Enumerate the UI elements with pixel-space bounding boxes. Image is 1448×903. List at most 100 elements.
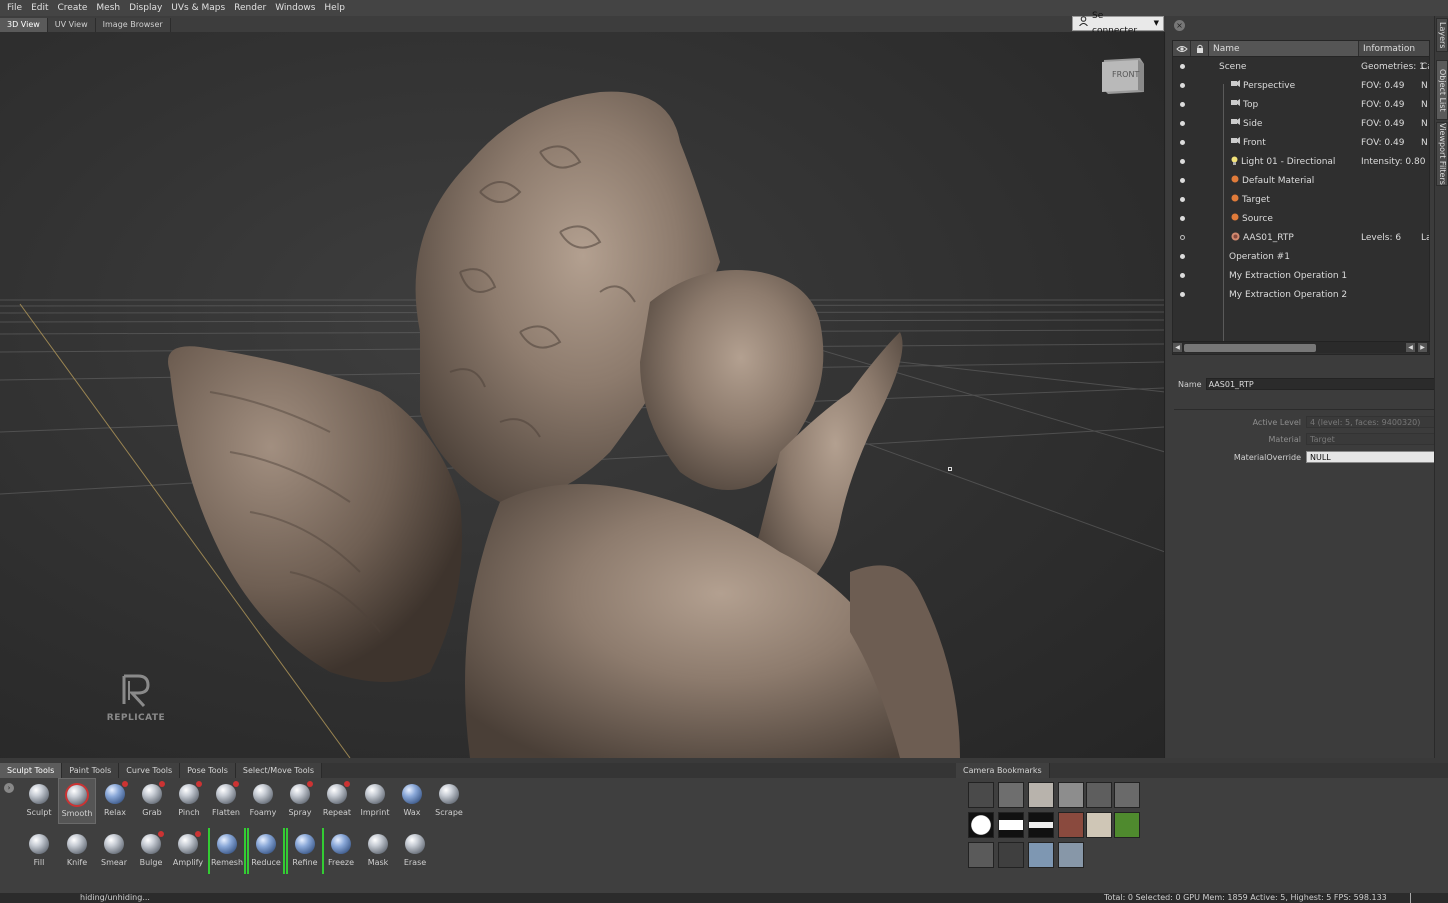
visibility-toggle[interactable]	[1173, 254, 1191, 259]
stamp-swatch[interactable]	[998, 782, 1024, 808]
tab-select-move-tools[interactable]: Select/Move Tools	[235, 763, 322, 778]
scroll-left-icon[interactable]: ◀	[1173, 343, 1182, 352]
tool-freeze[interactable]: Freeze	[322, 828, 360, 874]
visibility-toggle[interactable]	[1173, 273, 1191, 278]
menu-render[interactable]: Render	[231, 0, 272, 16]
visibility-toggle[interactable]	[1173, 292, 1191, 297]
close-icon[interactable]: ×	[1174, 20, 1185, 31]
tool-relax[interactable]: Relax	[96, 778, 134, 824]
tool-refine[interactable]: Refine	[286, 828, 324, 874]
menu-file[interactable]: File	[4, 0, 28, 16]
tool-bulge[interactable]: Bulge	[132, 828, 170, 874]
stamp-swatch[interactable]	[1058, 812, 1084, 838]
tool-pinch[interactable]: Pinch	[170, 778, 208, 824]
name-field[interactable]: AAS01_RTP	[1205, 378, 1440, 390]
tool-foamy[interactable]: Foamy	[244, 778, 282, 824]
scene-row[interactable]: Side FOV: 0.49 N	[1173, 114, 1429, 133]
tool-spray[interactable]: Spray	[281, 778, 319, 824]
menu-edit[interactable]: Edit	[28, 0, 54, 16]
scroll-thumb[interactable]	[1184, 344, 1316, 352]
column-header-name[interactable]: Name	[1209, 41, 1359, 56]
tab-viewport-filters[interactable]: Viewport Filters	[1436, 122, 1448, 186]
column-header-information[interactable]: Information	[1359, 41, 1429, 56]
3d-viewport[interactable]: FRONT REPLICATE	[0, 32, 1165, 758]
stamp-swatch[interactable]	[998, 842, 1024, 868]
tab-image-browser[interactable]: Image Browser	[95, 18, 171, 32]
tool-grab[interactable]: Grab	[133, 778, 171, 824]
stamp-swatch[interactable]	[998, 812, 1024, 838]
scene-row[interactable]: Light 01 - Directional Intensity: 0.80	[1173, 152, 1429, 171]
tab-3d-view[interactable]: 3D View	[0, 18, 48, 32]
tool-erase[interactable]: Erase	[396, 828, 434, 874]
tool-smear[interactable]: Smear	[95, 828, 133, 874]
tool-smooth[interactable]: Smooth	[58, 778, 96, 824]
tab-paint-tools[interactable]: Paint Tools	[62, 763, 120, 778]
tool-wax[interactable]: Wax	[393, 778, 431, 824]
visibility-toggle[interactable]	[1173, 197, 1191, 202]
tab-uv-view[interactable]: UV View	[47, 18, 96, 32]
tool-amplify[interactable]: Amplify	[169, 828, 207, 874]
tool-fill[interactable]: Fill	[20, 828, 58, 874]
scene-row[interactable]: My Extraction Operation 1	[1173, 266, 1429, 285]
stamp-swatch[interactable]	[1114, 782, 1140, 808]
menu-uvs-maps[interactable]: UVs & Maps	[168, 0, 231, 16]
scene-row[interactable]: Operation #1	[1173, 247, 1429, 266]
scene-row[interactable]: Scene Geometries: 1Ca	[1173, 57, 1429, 76]
tool-reduce[interactable]: Reduce	[247, 828, 285, 874]
material-override-select[interactable]: NULL▼	[1306, 451, 1448, 463]
visibility-toggle[interactable]	[1173, 235, 1191, 240]
scene-row[interactable]: My Extraction Operation 2	[1173, 285, 1429, 304]
tool-scrape[interactable]: Scrape	[430, 778, 468, 824]
stamp-swatch[interactable]	[1086, 812, 1112, 838]
tab-pose-tools[interactable]: Pose Tools	[180, 763, 236, 778]
sculpture-model[interactable]	[0, 32, 1165, 758]
stamp-swatch[interactable]	[1058, 782, 1084, 808]
visibility-toggle[interactable]	[1173, 216, 1191, 221]
tab-curve-tools[interactable]: Curve Tools	[119, 763, 181, 778]
visibility-toggle[interactable]	[1173, 140, 1191, 145]
stamp-swatch[interactable]	[1058, 842, 1084, 868]
tab-sculpt-tools[interactable]: Sculpt Tools	[0, 763, 63, 778]
stamp-swatch[interactable]	[968, 842, 994, 868]
visibility-toggle[interactable]	[1173, 83, 1191, 88]
stamp-swatch[interactable]	[1028, 842, 1054, 868]
stamp-swatch[interactable]	[968, 812, 994, 838]
stamp-swatch[interactable]	[1114, 812, 1140, 838]
visibility-toggle[interactable]	[1173, 121, 1191, 126]
stamp-swatch[interactable]	[1028, 782, 1054, 808]
tab-object-list[interactable]: Object List	[1436, 60, 1448, 120]
scroll-right-icon[interactable]: ▶	[1418, 343, 1427, 352]
scroll-left-icon-secondary[interactable]: ◀	[1406, 343, 1415, 352]
menu-display[interactable]: Display	[126, 0, 168, 16]
tool-mask[interactable]: Mask	[359, 828, 397, 874]
scene-row[interactable]: Top FOV: 0.49 N	[1173, 95, 1429, 114]
visibility-toggle[interactable]	[1173, 178, 1191, 183]
scene-row[interactable]: Perspective FOV: 0.49 N	[1173, 76, 1429, 95]
account-dropdown[interactable]: Se connecter ▼	[1072, 11, 1164, 36]
stamp-swatch[interactable]	[968, 782, 994, 808]
scene-hscrollbar[interactable]: ◀ ◀ ▶	[1172, 341, 1430, 353]
menu-mesh[interactable]: Mesh	[93, 0, 126, 16]
scene-row[interactable]: Default Material	[1173, 171, 1429, 190]
tool-remesh[interactable]: Remesh	[208, 828, 246, 874]
tool-sculpt[interactable]: Sculpt	[20, 778, 58, 824]
scene-row[interactable]: Target	[1173, 190, 1429, 209]
collapse-icon[interactable]: ›	[4, 783, 14, 793]
visibility-toggle[interactable]	[1173, 64, 1191, 69]
menu-help[interactable]: Help	[321, 0, 351, 16]
lock-icon[interactable]	[1191, 41, 1209, 56]
view-cube[interactable]: FRONT	[1098, 54, 1144, 96]
tab-camera-bookmarks[interactable]: Camera Bookmarks	[956, 763, 1050, 778]
stamp-swatch[interactable]	[1086, 782, 1112, 808]
visibility-toggle[interactable]	[1173, 159, 1191, 164]
tool-knife[interactable]: Knife	[58, 828, 96, 874]
menu-windows[interactable]: Windows	[272, 0, 321, 16]
menu-create[interactable]: Create	[55, 0, 94, 16]
eye-icon[interactable]	[1173, 41, 1191, 56]
visibility-toggle[interactable]	[1173, 102, 1191, 107]
scene-row[interactable]: AAS01_RTP Levels: 6 La	[1173, 228, 1429, 247]
tool-imprint[interactable]: Imprint	[356, 778, 394, 824]
tool-repeat[interactable]: Repeat	[318, 778, 356, 824]
stamp-swatch[interactable]	[1028, 812, 1054, 838]
tab-layers[interactable]: Layers	[1436, 18, 1448, 52]
